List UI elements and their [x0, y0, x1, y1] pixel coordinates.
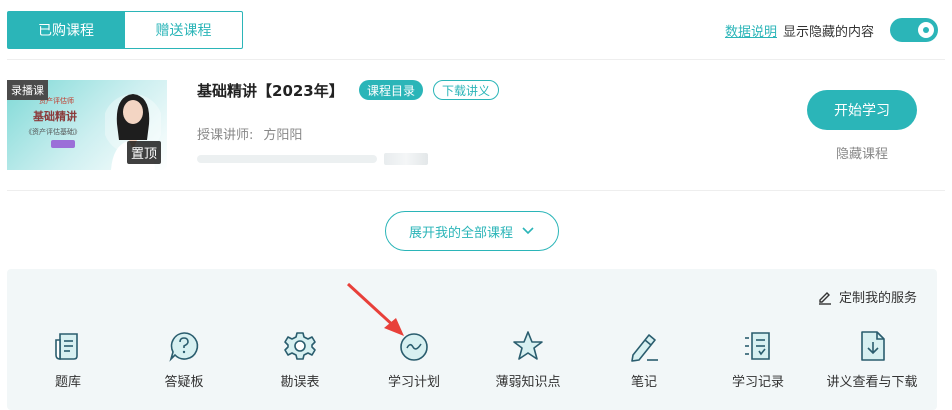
teacher-label: 授课讲师:: [197, 128, 254, 143]
service-label: 薄弱知识点: [495, 375, 561, 390]
question-bank-icon: [55, 333, 78, 360]
top-divider: [7, 59, 945, 60]
course-catalog-button[interactable]: 课程目录: [359, 80, 424, 100]
customize-service-link[interactable]: 定制我的服务: [817, 287, 917, 306]
course-thumbnail[interactable]: 资产评估师 基础精讲 《资产评估基础》 录播课 置顶: [7, 80, 167, 170]
pin-to-top-button[interactable]: 置顶: [126, 141, 161, 164]
expand-label: 展开我的全部课程: [408, 225, 513, 241]
customize-service-label: 定制我的服务: [838, 291, 917, 306]
hide-course-link[interactable]: 隐藏课程: [807, 143, 917, 162]
red-annotation-arrow-icon: [346, 282, 404, 336]
course-progress-bar: [197, 155, 377, 163]
course-title[interactable]: 基础精讲【2023年】: [197, 80, 344, 101]
service-label: 答疑板: [164, 375, 204, 390]
toggle-knob: [918, 22, 934, 38]
show-hidden-label: 显示隐藏的内容: [782, 24, 874, 40]
edit-pen-icon: [818, 291, 831, 305]
tab-gifted-courses[interactable]: 赠送课程: [125, 11, 243, 49]
service-label: 讲义查看与下载: [826, 375, 918, 390]
service-qa-board[interactable]: 答疑板: [129, 329, 239, 390]
service-label: 学习记录: [731, 375, 784, 390]
notes-pen-icon: [631, 334, 658, 362]
start-learning-button[interactable]: 开始学习: [807, 90, 917, 130]
service-label: 笔记: [630, 375, 657, 390]
chevron-down-icon: [522, 227, 534, 235]
expand-all-courses-button[interactable]: 展开我的全部课程: [385, 211, 559, 251]
thumb-decor-button: [51, 140, 75, 148]
teacher-line: 授课讲师: 方阳阳: [197, 124, 302, 143]
service-label: 勘误表: [280, 375, 320, 390]
data-description-link[interactable]: 数据说明: [725, 21, 777, 40]
service-label: 题库: [54, 375, 81, 390]
errata-gear-icon: [284, 332, 316, 360]
service-label: 学习计划: [387, 375, 440, 390]
download-handout-button[interactable]: 下载讲义: [433, 80, 500, 100]
thumb-title-text: 基础精讲: [33, 110, 77, 123]
service-notes[interactable]: 笔记: [589, 329, 699, 390]
progress-value-blurred: [384, 153, 428, 165]
services-panel: 定制我的服务 题库 答疑板 勘误表 学习计划 薄弱知识点 笔记 学习记录 讲义查…: [7, 269, 937, 410]
teacher-name: 方阳阳: [263, 128, 303, 143]
handout-download-icon: [861, 331, 885, 361]
course-tabs: 已购课程 赠送课程: [7, 11, 243, 49]
course-divider: [7, 190, 945, 191]
weak-points-star-icon: [513, 331, 543, 360]
service-study-record[interactable]: 学习记录: [703, 329, 813, 390]
service-weak-points[interactable]: 薄弱知识点: [473, 329, 583, 390]
service-question-bank[interactable]: 题库: [13, 329, 123, 390]
qa-board-icon: [169, 332, 199, 362]
service-handout-download[interactable]: 讲义查看与下载: [817, 329, 927, 390]
recorded-course-tag: 录播课: [7, 80, 48, 100]
show-hidden-toggle[interactable]: [890, 18, 938, 42]
service-errata[interactable]: 勘误表: [245, 329, 355, 390]
top-right-controls: 数据说明 显示隐藏的内容: [725, 18, 938, 42]
study-record-icon: [745, 332, 770, 360]
tab-purchased-courses[interactable]: 已购课程: [7, 11, 125, 49]
thumb-sub-text: 《资产评估基础》: [25, 128, 81, 136]
